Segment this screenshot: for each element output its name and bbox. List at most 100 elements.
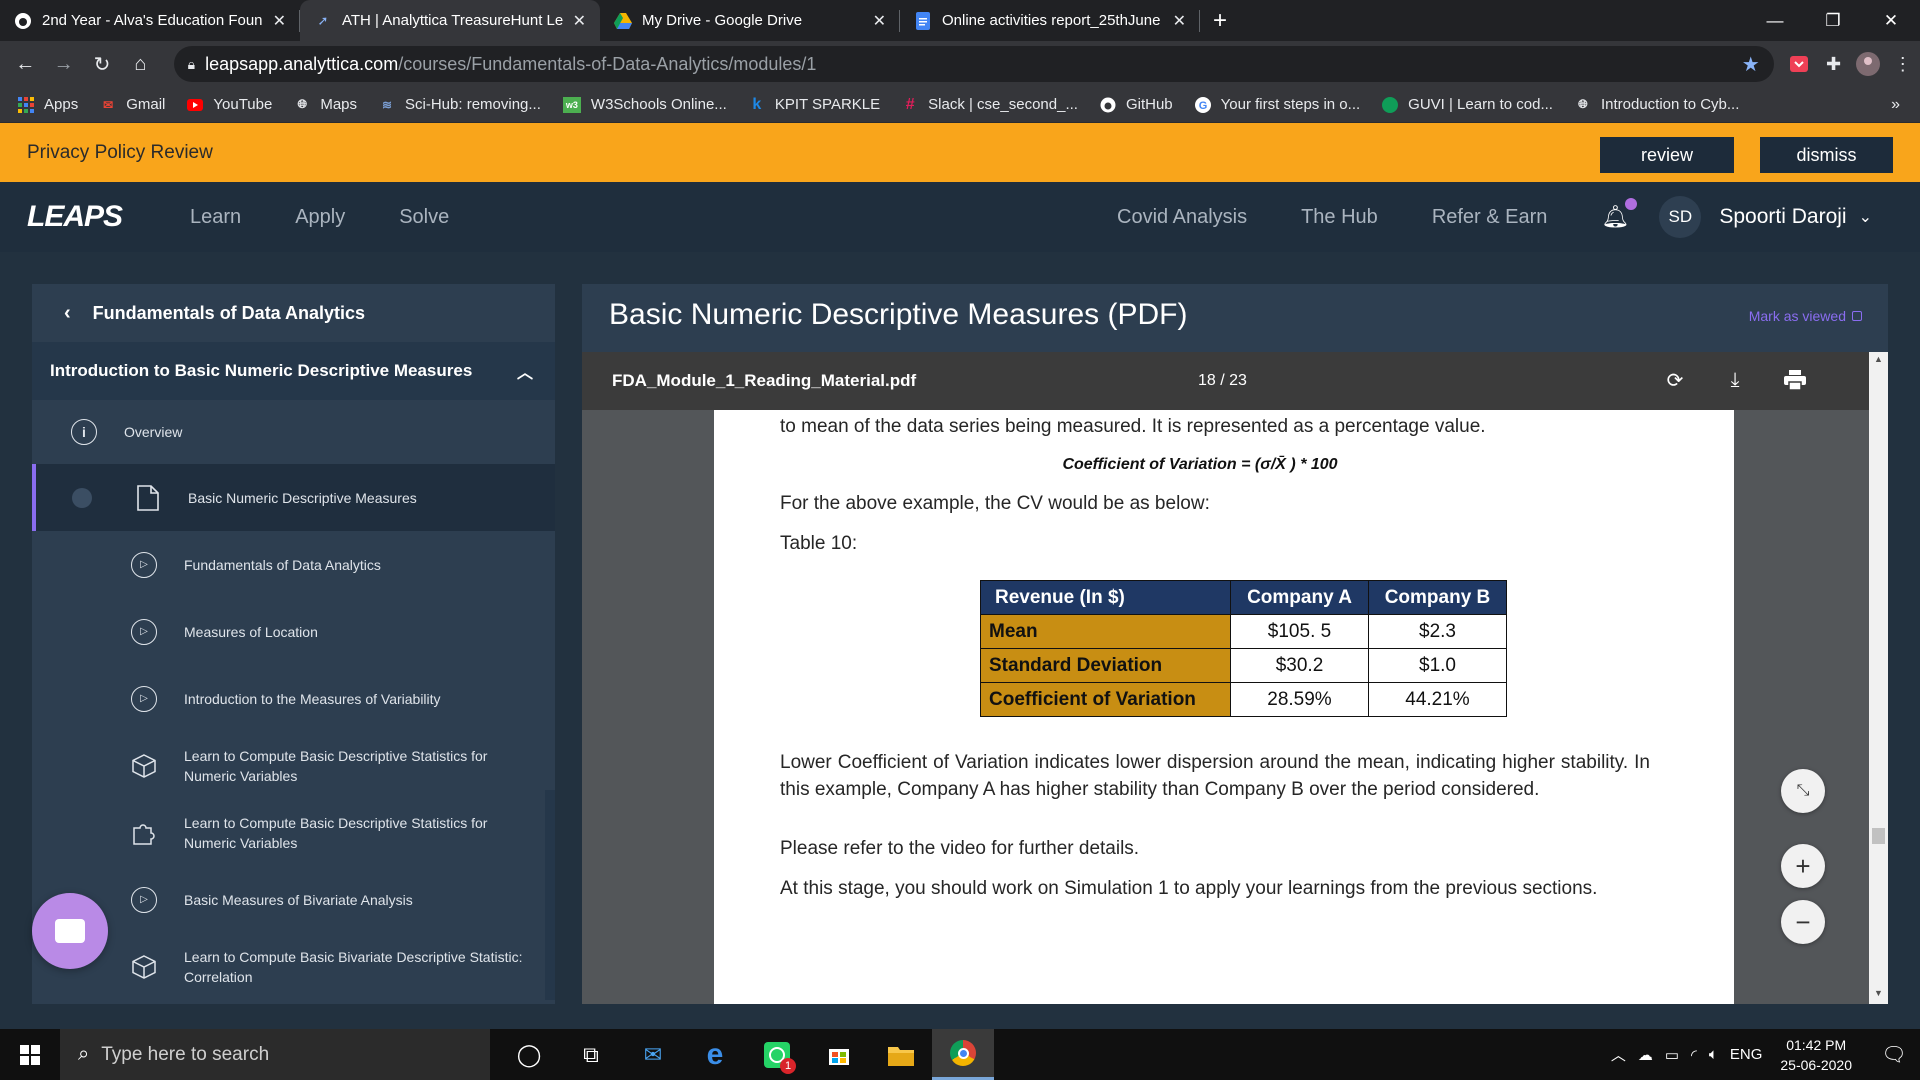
- nav-solve[interactable]: Solve: [399, 206, 449, 229]
- sidebar-item-compute-statistics-1[interactable]: Learn to Compute Basic Descriptive Stati…: [32, 732, 555, 799]
- extensions-puzzle-icon[interactable]: ✚: [1816, 46, 1851, 82]
- bookmark-apps[interactable]: Apps: [18, 96, 78, 113]
- language-indicator[interactable]: ENG: [1730, 1046, 1763, 1063]
- bookmark-kpit[interactable]: k KPIT SPARKLE: [749, 96, 880, 114]
- windows-start-icon[interactable]: [0, 1029, 60, 1080]
- sidebar-scrollbar[interactable]: [545, 790, 555, 1000]
- download-icon[interactable]: ⤓: [1721, 366, 1749, 394]
- onedrive-icon[interactable]: ☁: [1638, 1046, 1653, 1064]
- close-tab-icon[interactable]: ✕: [273, 11, 286, 31]
- back-icon[interactable]: ←: [6, 44, 44, 84]
- bookmark-scihub[interactable]: ≋ Sci-Hub: removing...: [379, 96, 541, 113]
- bookmark-w3schools[interactable]: w3 W3Schools Online...: [562, 96, 727, 113]
- sidebar-item-measures-of-location[interactable]: ▷ Measures of Location: [32, 598, 555, 665]
- action-center-icon[interactable]: 🗨︎: [1874, 1029, 1914, 1080]
- checkbox-icon[interactable]: [1852, 311, 1862, 321]
- sidebar-item-correlation[interactable]: Learn to Compute Basic Bivariate Descrip…: [32, 933, 555, 1000]
- sidebar-item-fundamentals[interactable]: ▷ Fundamentals of Data Analytics: [32, 531, 555, 598]
- google-icon: G: [1194, 96, 1211, 113]
- more-bookmarks-icon[interactable]: »: [1891, 96, 1900, 114]
- store-icon[interactable]: [808, 1029, 870, 1080]
- sidebar-item-compute-statistics-2[interactable]: Learn to Compute Basic Descriptive Stati…: [32, 799, 555, 866]
- course-header[interactable]: ‹ Fundamentals of Data Analytics: [32, 284, 555, 342]
- dismiss-button[interactable]: dismiss: [1760, 137, 1893, 173]
- chat-button[interactable]: [32, 893, 108, 969]
- battery-icon[interactable]: ▭: [1665, 1046, 1679, 1064]
- chevron-up-icon[interactable]: ︿: [1611, 1044, 1626, 1065]
- sidebar-item-basic-numeric-descriptive-measures[interactable]: Basic Numeric Descriptive Measures: [32, 464, 555, 531]
- close-tab-icon[interactable]: ✕: [1173, 11, 1186, 31]
- nav-refer-earn[interactable]: Refer & Earn: [1432, 206, 1548, 229]
- review-button[interactable]: review: [1600, 137, 1734, 173]
- mark-as-viewed-button[interactable]: Mark as viewed: [1749, 308, 1862, 324]
- chevron-left-icon[interactable]: ‹: [64, 302, 71, 325]
- nav-covid-analysis[interactable]: Covid Analysis: [1117, 206, 1247, 229]
- fit-page-button[interactable]: ⤡: [1781, 769, 1825, 813]
- print-icon[interactable]: [1781, 366, 1809, 394]
- close-tab-icon[interactable]: ✕: [573, 11, 586, 31]
- avatar[interactable]: SD: [1659, 196, 1702, 238]
- clock[interactable]: 01:42 PM 25-06-2020: [1780, 1035, 1852, 1075]
- section-header[interactable]: Introduction to Basic Numeric Descriptiv…: [32, 342, 555, 400]
- browser-tab[interactable]: My Drive - Google Drive ✕: [600, 0, 900, 41]
- cortana-icon[interactable]: ◯: [498, 1029, 560, 1080]
- bookmark-github[interactable]: GitHub: [1100, 96, 1173, 113]
- browser-tab-strip: 2nd Year - Alva's Education Foun ✕ ➚ ATH…: [0, 0, 1920, 41]
- bookmark-star-icon[interactable]: ★: [1742, 52, 1760, 77]
- bookmark-cyber[interactable]: 🌐︎ Introduction to Cyb...: [1575, 96, 1739, 113]
- file-explorer-icon[interactable]: [870, 1029, 932, 1080]
- nav-learn[interactable]: Learn: [190, 206, 241, 229]
- bookmark-guvi[interactable]: GUVI | Learn to cod...: [1382, 96, 1553, 113]
- pdf-toolbar: FDA_Module_1_Reading_Material.pdf 18 / 2…: [582, 352, 1869, 410]
- whatsapp-icon[interactable]: 1: [746, 1029, 808, 1080]
- zoom-in-button[interactable]: +: [1781, 844, 1825, 888]
- user-name[interactable]: Spoorti Daroji: [1719, 205, 1846, 229]
- pocket-extension-icon[interactable]: [1782, 46, 1817, 82]
- home-icon[interactable]: ⌂: [121, 44, 159, 84]
- minimize-icon[interactable]: —: [1746, 0, 1804, 41]
- bell-icon[interactable]: 🔔︎: [1601, 198, 1638, 230]
- close-tab-icon[interactable]: ✕: [873, 11, 886, 31]
- bookmark-label: Apps: [44, 96, 79, 113]
- sidebar-item-bivariate-analysis[interactable]: ▷ Basic Measures of Bivariate Analysis: [32, 866, 555, 933]
- scroll-down-icon[interactable]: ▼: [1869, 988, 1888, 1002]
- zoom-out-button[interactable]: −: [1781, 900, 1825, 944]
- sidebar-item-overview[interactable]: i Overview: [32, 400, 555, 464]
- bookmark-gmail[interactable]: ✉ Gmail: [100, 96, 165, 113]
- pdf-scrollbar[interactable]: ▲ ▼: [1869, 352, 1888, 1004]
- scroll-up-icon[interactable]: ▲: [1869, 354, 1888, 368]
- browser-tab[interactable]: 2nd Year - Alva's Education Foun ✕: [0, 0, 300, 41]
- mail-icon[interactable]: ✉: [622, 1029, 684, 1080]
- close-window-icon[interactable]: ✕: [1862, 0, 1920, 41]
- bookmark-maps[interactable]: 🌐︎ Maps: [294, 96, 358, 113]
- bookmark-google[interactable]: G Your first steps in o...: [1194, 96, 1360, 113]
- browser-tab-active[interactable]: ➚ ATH | Analyttica TreasureHunt Le ✕: [300, 0, 600, 41]
- pdf-paragraph: At this stage, you should work on Simula…: [780, 878, 1598, 899]
- browser-menu-icon[interactable]: ⋮: [1885, 46, 1920, 82]
- pdf-viewer[interactable]: to mean of the data series being measure…: [582, 410, 1869, 1004]
- chevron-down-icon[interactable]: ⌄: [1859, 207, 1872, 227]
- new-tab-button[interactable]: +: [1200, 0, 1240, 41]
- restore-icon[interactable]: ❐: [1804, 0, 1862, 41]
- sidebar-item-measures-of-variability[interactable]: ▷ Introduction to the Measures of Variab…: [32, 665, 555, 732]
- taskbar-search-input[interactable]: ⌕ Type here to search: [60, 1029, 490, 1080]
- bookmark-slack[interactable]: # Slack | cse_second_...: [902, 96, 1078, 114]
- address-bar[interactable]: 🔒︎ leapsapp.analyttica.com /courses/Fund…: [173, 46, 1774, 82]
- nav-the-hub[interactable]: The Hub: [1301, 206, 1378, 229]
- forward-icon[interactable]: →: [44, 44, 82, 84]
- profile-avatar-icon[interactable]: [1851, 46, 1886, 82]
- reload-icon[interactable]: ↻: [83, 44, 121, 84]
- volume-icon[interactable]: 🔈︎: [1709, 1046, 1718, 1063]
- wifi-icon[interactable]: ◜: [1691, 1046, 1697, 1064]
- chrome-icon[interactable]: [932, 1029, 994, 1080]
- bookmark-youtube[interactable]: YouTube: [187, 96, 272, 113]
- edge-icon[interactable]: e: [684, 1029, 746, 1080]
- task-view-icon[interactable]: ⧉: [560, 1029, 622, 1080]
- leaps-logo[interactable]: LEAPS: [27, 200, 123, 234]
- browser-tab[interactable]: Online activities report_25thJune ✕: [900, 0, 1200, 41]
- chevron-up-icon[interactable]: ︿: [517, 359, 533, 383]
- cv-formula: Coefficient of Variation = (σ/X̄ ) * 100: [1062, 456, 1338, 473]
- rotate-icon[interactable]: ⟳: [1661, 366, 1689, 394]
- nav-apply[interactable]: Apply: [295, 206, 345, 229]
- scrollbar-thumb[interactable]: [1872, 828, 1885, 844]
